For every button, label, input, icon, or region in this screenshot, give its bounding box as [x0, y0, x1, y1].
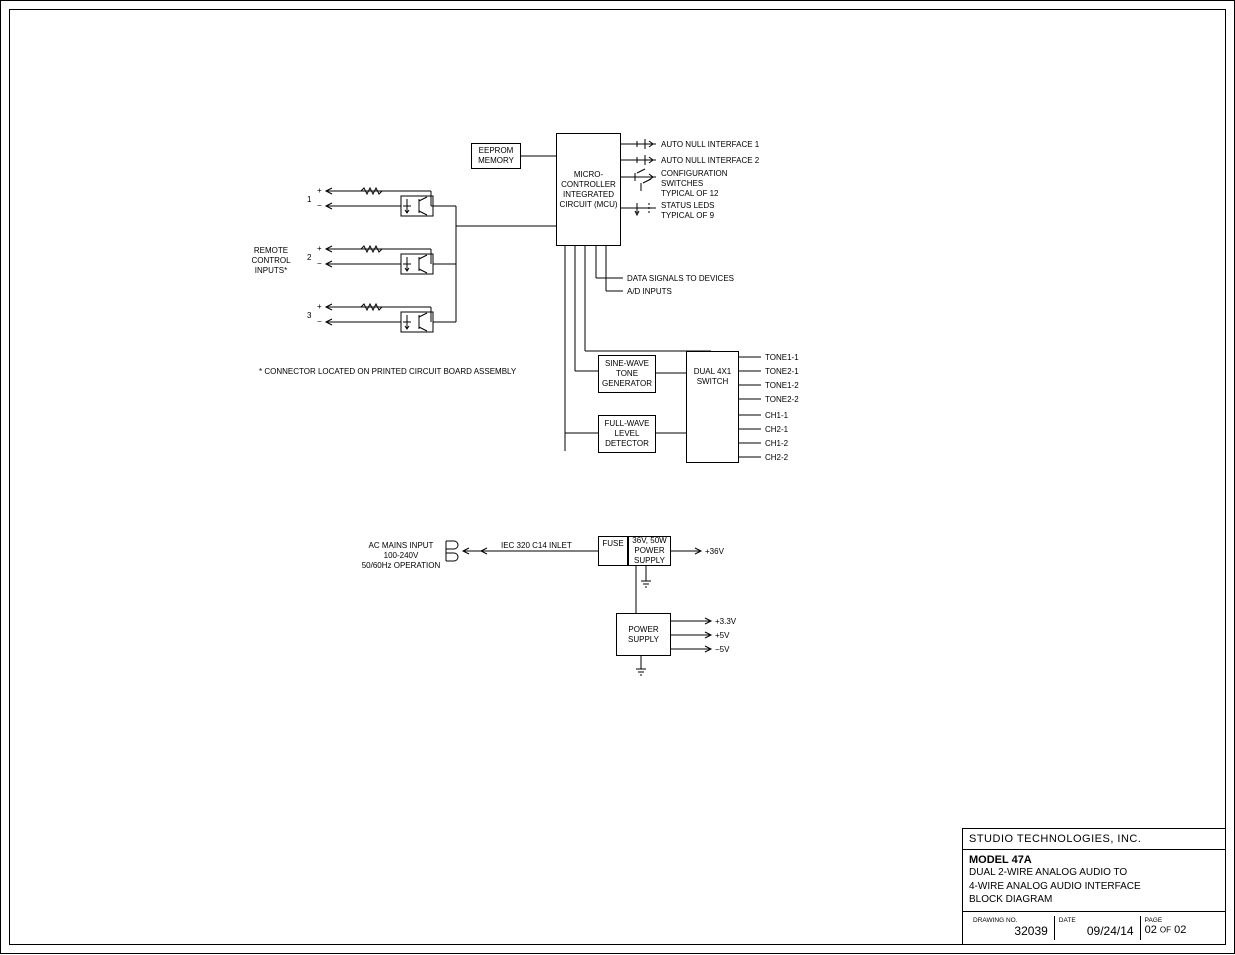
title-company: STUDIO TECHNOLOGIES, INC.	[963, 829, 1225, 850]
block-mcu-label: MICRO- CONTROLLER INTEGRATED CIRCUIT (MC…	[559, 170, 618, 210]
label-ch1-2: CH1-2	[765, 439, 788, 449]
title-page: PAGE 02 OF 02	[1141, 916, 1219, 941]
label-ch1: 1	[307, 195, 311, 205]
label-plus3v3: +3.3V	[715, 617, 736, 627]
drawing-sheet: EEPROM MEMORY MICRO- CONTROLLER INTEGRAT…	[0, 0, 1235, 954]
label-iec-inlet: IEC 320 C14 INLET	[501, 541, 572, 551]
label-tone2-1: TONE2-1	[765, 367, 799, 377]
label-plus5v: +5V	[715, 631, 729, 641]
label-auto-null-2: AUTO NULL INTERFACE 2	[661, 156, 759, 166]
label-config-switches: CONFIGURATION SWITCHES TYPICAL OF 12	[661, 169, 728, 199]
block-eeprom-label: EEPROM MEMORY	[474, 146, 518, 166]
block-dual-switch: DUAL 4X1 SWITCH	[686, 351, 739, 463]
label-auto-null-1: AUTO NULL INTERFACE 1	[661, 140, 759, 150]
title-drawingno-val: 32039	[973, 924, 1050, 938]
label-ch2-2: CH2-2	[765, 453, 788, 463]
title-drawing-no: DRAWING NO. 32039	[969, 916, 1055, 941]
block-detector: FULL-WAVE LEVEL DETECTOR	[598, 415, 656, 453]
block-fuse: FUSE	[598, 536, 628, 566]
title-block: STUDIO TECHNOLOGIES, INC. MODEL 47A DUAL…	[962, 828, 1226, 945]
label-ac-mains: AC MAINS INPUT 100-240V 50/60Hz OPERATIO…	[356, 541, 446, 571]
label-remote-inputs: REMOTE CONTROL INPUTS*	[241, 246, 301, 276]
title-desc-2: 4-WIRE ANALOG AUDIO INTERFACE	[969, 880, 1219, 894]
label-tone1-2: TONE1-2	[765, 381, 799, 391]
label-minus-1: −	[317, 201, 322, 211]
block-sine-label: SINE-WAVE TONE GENERATOR	[601, 359, 653, 389]
block-psu2: POWER SUPPLY	[616, 613, 671, 656]
title-footer: DRAWING NO. 32039 DATE 09/24/14 PAGE 02 …	[963, 912, 1225, 945]
label-plus-1: +	[317, 186, 322, 196]
label-minus5v: −5V	[715, 645, 729, 655]
title-page-of: OF	[1160, 926, 1171, 935]
label-ch3: 3	[307, 311, 311, 321]
label-plus-3: +	[317, 302, 322, 312]
block-psu2-label: POWER SUPPLY	[619, 625, 668, 645]
title-desc-3: BLOCK DIAGRAM	[969, 893, 1219, 907]
label-ad-inputs: A/D INPUTS	[627, 287, 672, 297]
title-model: MODEL 47A	[969, 854, 1219, 866]
label-data-signals: DATA SIGNALS TO DEVICES	[627, 274, 734, 284]
label-tone2-2: TONE2-2	[765, 395, 799, 405]
title-desc-1: DUAL 2-WIRE ANALOG AUDIO TO	[969, 866, 1219, 880]
block-mcu: MICRO- CONTROLLER INTEGRATED CIRCUIT (MC…	[556, 133, 621, 246]
label-minus-3: −	[317, 317, 322, 327]
label-minus-2: −	[317, 259, 322, 269]
label-ch2-1: CH2-1	[765, 425, 788, 435]
label-tone1-1: TONE1-1	[765, 353, 799, 363]
label-status-leds: STATUS LEDS TYPICAL OF 9	[661, 201, 715, 221]
title-page-num: 02	[1145, 924, 1157, 936]
block-detector-label: FULL-WAVE LEVEL DETECTOR	[601, 419, 653, 449]
title-page-val: 02 OF 02	[1145, 924, 1215, 936]
block-sine-wave: SINE-WAVE TONE GENERATOR	[598, 355, 656, 393]
label-ch2: 2	[307, 253, 311, 263]
label-connector-note: * CONNECTOR LOCATED ON PRINTED CIRCUIT B…	[259, 367, 516, 377]
block-switch-label: DUAL 4X1 SWITCH	[689, 367, 736, 387]
block-fuse-label: FUSE	[602, 539, 623, 549]
block-eeprom: EEPROM MEMORY	[471, 143, 521, 169]
label-plus-2: +	[317, 244, 322, 254]
label-ch1-1: CH1-1	[765, 411, 788, 421]
label-plus36v: +36V	[705, 547, 724, 557]
title-description: MODEL 47A DUAL 2-WIRE ANALOG AUDIO TO 4-…	[963, 850, 1225, 912]
title-date-val: 09/24/14	[1059, 924, 1136, 938]
title-page-total: 02	[1174, 924, 1186, 936]
title-date: DATE 09/24/14	[1055, 916, 1141, 941]
block-psu36-label: 36V, 50W POWER SUPPLY	[631, 536, 668, 566]
block-psu36: 36V, 50W POWER SUPPLY	[628, 536, 671, 566]
